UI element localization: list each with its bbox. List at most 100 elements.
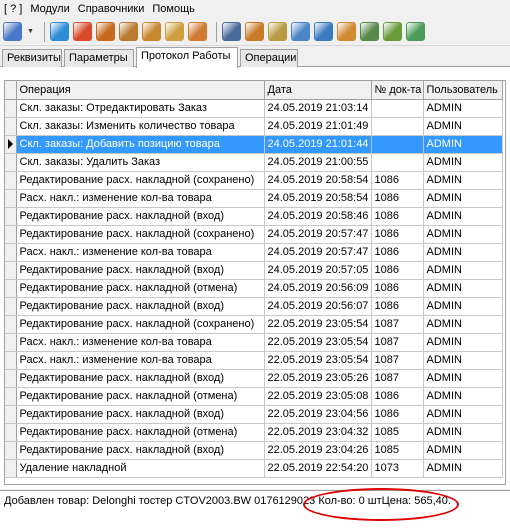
cell-date[interactable]: 22.05.2019 23:04:56: [264, 405, 372, 424]
table-row[interactable]: Редактирование расх. накладной (отмена) 2…: [5, 387, 503, 406]
cell-operation[interactable]: Редактирование расх. накладной (вход): [16, 261, 265, 280]
row-indicator[interactable]: [5, 369, 17, 388]
cell-user[interactable]: ADMIN: [423, 405, 503, 424]
table-row[interactable]: Редактирование расх. накладной (сохранен…: [5, 315, 503, 334]
cell-date[interactable]: 22.05.2019 22:54:20: [264, 459, 372, 478]
cell-date[interactable]: 24.05.2019 21:03:14: [264, 99, 372, 118]
table-row[interactable]: Редактирование расх. накладной (сохранен…: [5, 171, 503, 190]
monitor-icon[interactable]: [291, 22, 310, 41]
cell-date[interactable]: 24.05.2019 20:57:05: [264, 261, 372, 280]
cell-date[interactable]: 24.05.2019 20:58:46: [264, 207, 372, 226]
cell-doc-number[interactable]: 1086: [371, 387, 424, 406]
table-row[interactable]: Скл. заказы: Добавить позицию товара 24.0…: [5, 135, 503, 154]
table-row[interactable]: Расх. накл.: изменение кол-ва товара 22.0…: [5, 333, 503, 352]
row-indicator[interactable]: [5, 387, 17, 406]
gears-icon[interactable]: [383, 22, 402, 41]
table-row[interactable]: Редактирование расх. накладной (вход) 22.…: [5, 369, 503, 388]
cell-operation[interactable]: Редактирование расх. накладной (вход): [16, 441, 265, 460]
cell-doc-number[interactable]: [371, 99, 424, 118]
menu-help-bracket[interactable]: [ ? ]: [0, 3, 26, 15]
table-row[interactable]: Скл. заказы: Изменить количество товара 2…: [5, 117, 503, 136]
cell-user[interactable]: ADMIN: [423, 297, 503, 316]
table-row[interactable]: Редактирование расх. накладной (отмена) 2…: [5, 279, 503, 298]
cell-user[interactable]: ADMIN: [423, 99, 503, 118]
cell-operation[interactable]: Редактирование расх. накладной (вход): [16, 297, 265, 316]
tab-operations[interactable]: Операции: [240, 49, 298, 67]
cell-operation[interactable]: Скл. заказы: Отредактировать Заказ: [16, 99, 265, 118]
row-indicator[interactable]: [5, 351, 17, 370]
row-indicator[interactable]: [5, 333, 17, 352]
table-row[interactable]: Скл. заказы: Удалить Заказ 24.05.2019 21:…: [5, 153, 503, 172]
cell-date[interactable]: 24.05.2019 20:57:47: [264, 225, 372, 244]
cell-doc-number[interactable]: 1086: [371, 189, 424, 208]
cell-date[interactable]: 24.05.2019 20:56:09: [264, 279, 372, 298]
cell-operation[interactable]: Редактирование расх. накладной (вход): [16, 369, 265, 388]
cell-user[interactable]: ADMIN: [423, 189, 503, 208]
archive-box-icon[interactable]: [245, 22, 264, 41]
table-row[interactable]: Редактирование расх. накладной (сохранен…: [5, 225, 503, 244]
cell-doc-number[interactable]: 1086: [371, 243, 424, 262]
row-indicator[interactable]: [5, 315, 17, 334]
row-indicator[interactable]: [5, 117, 17, 136]
row-indicator[interactable]: [5, 171, 17, 190]
cell-doc-number[interactable]: 1087: [371, 333, 424, 352]
cell-user[interactable]: ADMIN: [423, 333, 503, 352]
table-row[interactable]: Редактирование расх. накладной (вход) 22.…: [5, 405, 503, 424]
row-indicator[interactable]: [5, 459, 17, 478]
table-row[interactable]: Редактирование расх. накладной (вход) 24.…: [5, 261, 503, 280]
cell-date[interactable]: 24.05.2019 21:01:44: [264, 135, 372, 154]
table-row[interactable]: Редактирование расх. накладной (вход) 24.…: [5, 207, 503, 226]
cell-doc-number[interactable]: 1086: [371, 225, 424, 244]
cell-doc-number[interactable]: [371, 135, 424, 154]
cell-user[interactable]: ADMIN: [423, 243, 503, 262]
cell-user[interactable]: ADMIN: [423, 459, 503, 478]
cell-doc-number[interactable]: 1086: [371, 261, 424, 280]
grid-icon[interactable]: [3, 22, 22, 41]
cell-user[interactable]: ADMIN: [423, 369, 503, 388]
row-indicator[interactable]: [5, 243, 17, 262]
cell-user[interactable]: ADMIN: [423, 351, 503, 370]
cell-date[interactable]: 24.05.2019 21:00:55: [264, 153, 372, 172]
cell-operation[interactable]: Редактирование расх. накладной (сохранен…: [16, 225, 265, 244]
cell-doc-number[interactable]: 1086: [371, 171, 424, 190]
cell-operation[interactable]: Редактирование расх. накладной (сохранен…: [16, 315, 265, 334]
money-icon[interactable]: [406, 22, 425, 41]
search-icon[interactable]: [50, 22, 69, 41]
cell-date[interactable]: 22.05.2019 23:04:26: [264, 441, 372, 460]
cell-doc-number[interactable]: 1086: [371, 297, 424, 316]
network-icon[interactable]: [314, 22, 333, 41]
cell-user[interactable]: ADMIN: [423, 387, 503, 406]
row-indicator[interactable]: [5, 225, 17, 244]
cell-operation[interactable]: Скл. заказы: Изменить количество товара: [16, 117, 265, 136]
cell-doc-number[interactable]: 1085: [371, 423, 424, 442]
menu-directories[interactable]: Справочники: [74, 3, 149, 15]
cell-date[interactable]: 22.05.2019 23:05:54: [264, 351, 372, 370]
cell-user[interactable]: ADMIN: [423, 117, 503, 136]
database-icon[interactable]: [268, 22, 287, 41]
row-indicator[interactable]: [5, 279, 17, 298]
row-indicator[interactable]: [5, 297, 17, 316]
row-indicator[interactable]: [5, 441, 17, 460]
cell-operation[interactable]: Редактирование расх. накладной (отмена): [16, 423, 265, 442]
table-row[interactable]: Расх. накл.: изменение кол-ва товара 24.0…: [5, 189, 503, 208]
row-indicator[interactable]: [5, 99, 17, 118]
cell-date[interactable]: 24.05.2019 20:56:07: [264, 297, 372, 316]
user-edit-icon[interactable]: [96, 22, 115, 41]
cell-doc-number[interactable]: 1086: [371, 207, 424, 226]
user-delete-icon[interactable]: [119, 22, 138, 41]
cell-user[interactable]: ADMIN: [423, 279, 503, 298]
user-key-icon[interactable]: [142, 22, 161, 41]
column-header-doc-number[interactable]: № док-та: [371, 81, 424, 100]
cell-user[interactable]: ADMIN: [423, 153, 503, 172]
cell-operation[interactable]: Расх. накл.: изменение кол-ва товара: [16, 351, 265, 370]
menu-help[interactable]: Помощь: [148, 3, 199, 15]
cell-operation[interactable]: Скл. заказы: Удалить Заказ: [16, 153, 265, 172]
tab-parameters[interactable]: Параметры: [64, 49, 134, 67]
cell-doc-number[interactable]: 1085: [371, 441, 424, 460]
building-icon[interactable]: [360, 22, 379, 41]
cell-user[interactable]: ADMIN: [423, 207, 503, 226]
cell-user[interactable]: ADMIN: [423, 135, 503, 154]
cell-date[interactable]: 22.05.2019 23:05:26: [264, 369, 372, 388]
cell-doc-number[interactable]: 1073: [371, 459, 424, 478]
row-indicator[interactable]: [5, 261, 17, 280]
